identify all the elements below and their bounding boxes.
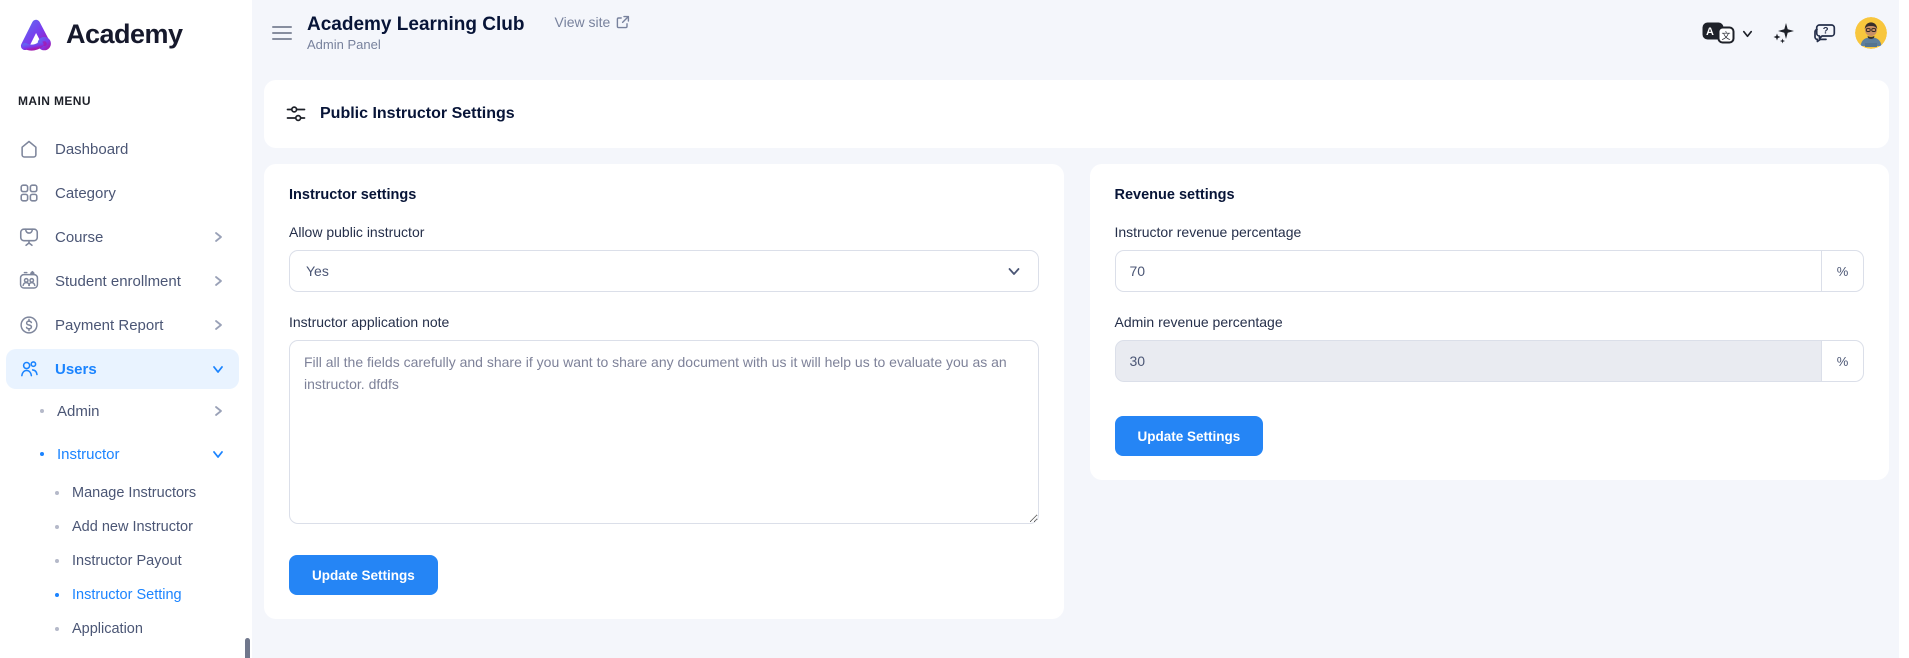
svg-text:A: A — [1706, 26, 1714, 38]
instructor-revenue-percentage-input[interactable] — [1115, 250, 1823, 292]
grid-icon — [18, 182, 40, 204]
academy-logo-icon — [14, 12, 58, 56]
sidebar-item-users[interactable]: Users — [6, 349, 239, 389]
select-value: Yes — [306, 263, 1006, 279]
sidebar-item-manage-instructors[interactable]: Manage Instructors — [6, 476, 239, 510]
sidebar-item-label: Add new Instructor — [72, 519, 193, 535]
bullet-icon — [55, 491, 59, 495]
topbar-actions: A文 ? — [1702, 17, 1887, 49]
sidebar-item-label: Instructor Setting — [72, 587, 182, 603]
app-root: Academy MAIN MENU Dashboard Category — [0, 0, 1909, 658]
sidebar-item-label: Users — [55, 361, 211, 378]
view-site-label: View site — [555, 14, 611, 30]
sidebar-item-label: Admin — [57, 403, 211, 420]
app-title: Academy Learning Club — [307, 14, 525, 36]
user-avatar[interactable] — [1855, 17, 1887, 49]
svg-text:?: ? — [1823, 26, 1829, 37]
instructor-application-note-label: Instructor application note — [289, 314, 1039, 330]
sparkles-icon[interactable] — [1771, 21, 1795, 45]
percent-suffix: % — [1821, 340, 1864, 382]
instructor-revenue-input-group: % — [1115, 250, 1865, 292]
update-settings-button[interactable]: Update Settings — [1115, 416, 1264, 456]
sidebar-item-application[interactable]: Application — [6, 612, 239, 646]
chevron-down-icon — [211, 447, 225, 461]
sidebar-item-label: Manage Instructors — [72, 485, 196, 501]
instructor-application-note-textarea[interactable]: Fill all the fields carefully and share … — [289, 340, 1039, 524]
sidebar-item-payment-report[interactable]: Payment Report — [6, 305, 239, 345]
chevron-down-icon — [1741, 27, 1754, 40]
users-icon — [18, 358, 40, 380]
chevron-down-icon — [1006, 263, 1022, 279]
instructor-revenue-percentage-label: Instructor revenue percentage — [1115, 224, 1865, 240]
update-settings-button[interactable]: Update Settings — [289, 555, 438, 595]
sidebar-item-label: Application — [72, 621, 143, 637]
sidebar: Academy MAIN MENU Dashboard Category — [0, 0, 252, 658]
instructor-settings-card: Instructor settings Allow public instruc… — [264, 164, 1064, 619]
home-icon — [18, 138, 40, 160]
sidebar-item-label: Payment Report — [55, 317, 211, 334]
brand-name: Academy — [66, 19, 183, 50]
admin-revenue-percentage-input — [1115, 340, 1823, 382]
page-scrollbar[interactable] — [1899, 0, 1909, 658]
admin-revenue-percentage-label: Admin revenue percentage — [1115, 314, 1865, 330]
sidebar-section-label: MAIN MENU — [18, 94, 252, 108]
percent-suffix: % — [1821, 250, 1864, 292]
sidebar-item-student-enrollment[interactable]: Student enrollment — [6, 261, 239, 301]
admin-revenue-input-group: % — [1115, 340, 1865, 382]
dollar-circle-icon — [18, 314, 40, 336]
brand-logo[interactable]: Academy — [0, 10, 252, 58]
settings-cards-row: Instructor settings Allow public instruc… — [264, 164, 1889, 619]
sidebar-item-label: Category — [55, 185, 225, 202]
main-area: Academy Learning Club Admin Panel View s… — [252, 0, 1909, 658]
topbar: Academy Learning Club Admin Panel View s… — [252, 0, 1909, 66]
card-heading: Instructor settings — [289, 187, 1039, 203]
chevron-right-icon — [211, 274, 225, 288]
bullet-icon — [55, 593, 59, 597]
sidebar-item-add-new-instructor[interactable]: Add new Instructor — [6, 510, 239, 544]
page-title: Public Instructor Settings — [320, 105, 515, 123]
sidebar-item-label: Instructor — [57, 446, 211, 463]
course-board-icon — [18, 226, 40, 248]
chevron-right-icon — [211, 404, 225, 418]
chevron-right-icon — [211, 230, 225, 244]
app-title-block: Academy Learning Club Admin Panel — [307, 14, 525, 53]
allow-public-instructor-select[interactable]: Yes — [289, 250, 1039, 292]
sidebar-item-instructor-setting[interactable]: Instructor Setting — [6, 578, 239, 612]
sidebar-item-label: Dashboard — [55, 141, 225, 158]
sidebar-nav: Dashboard Category Course — [0, 129, 252, 646]
revenue-settings-card: Revenue settings Instructor revenue perc… — [1090, 164, 1890, 480]
sidebar-item-label: Instructor Payout — [72, 553, 182, 569]
bullet-icon — [40, 409, 44, 413]
external-link-icon — [616, 15, 630, 29]
language-dropdown[interactable]: A文 — [1702, 22, 1754, 44]
sidebar-item-instructor[interactable]: Instructor — [6, 436, 239, 472]
help-chat-icon[interactable]: ? — [1812, 20, 1838, 46]
chevron-right-icon — [211, 318, 225, 332]
students-icon — [18, 270, 40, 292]
allow-public-instructor-label: Allow public instructor — [289, 224, 1039, 240]
card-heading: Revenue settings — [1115, 187, 1865, 203]
app-subtitle: Admin Panel — [307, 37, 525, 52]
sidebar-item-admin[interactable]: Admin — [6, 393, 239, 429]
bullet-icon — [55, 525, 59, 529]
sliders-icon — [286, 104, 306, 124]
view-site-link[interactable]: View site — [555, 14, 631, 30]
sidebar-item-dashboard[interactable]: Dashboard — [6, 129, 239, 169]
chevron-down-icon — [211, 362, 225, 376]
sidebar-item-course[interactable]: Course — [6, 217, 239, 257]
sidebar-scrollbar-thumb[interactable] — [245, 638, 250, 658]
translate-icon: A文 — [1702, 22, 1735, 44]
sidebar-item-label: Course — [55, 229, 211, 246]
bullet-icon — [55, 559, 59, 563]
bullet-icon — [55, 627, 59, 631]
sidebar-item-instructor-payout[interactable]: Instructor Payout — [6, 544, 239, 578]
bullet-icon — [40, 452, 44, 456]
sidebar-item-category[interactable]: Category — [6, 173, 239, 213]
svg-text:文: 文 — [1721, 30, 1730, 42]
page-header-card: Public Instructor Settings — [264, 80, 1889, 148]
hamburger-menu-icon[interactable] — [272, 26, 292, 40]
sidebar-item-label: Student enrollment — [55, 273, 211, 290]
